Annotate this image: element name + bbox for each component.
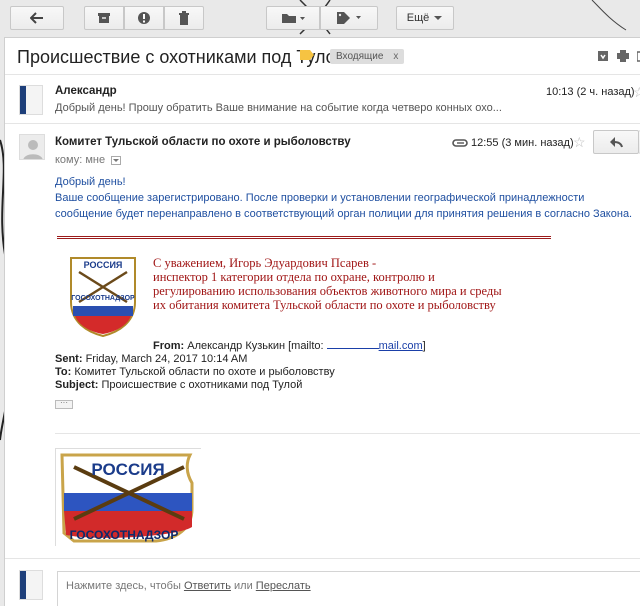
avatar-photo-icon — [20, 86, 42, 114]
quoted-email-link[interactable]: mail.com — [379, 340, 423, 352]
reply-prompt-prefix: Нажмите здесь, чтобы — [66, 580, 184, 592]
sender-name: Комитет Тульской области по охоте и рыбо… — [55, 136, 351, 148]
divider — [5, 74, 640, 75]
attachment-paperclip-icon — [452, 139, 468, 147]
signature-divider — [57, 236, 551, 239]
quoted-from-name: Александр Кузькин [mailto: — [187, 340, 324, 352]
default-person-icon — [23, 140, 43, 159]
sender-avatar — [19, 134, 45, 160]
chevron-down-icon — [113, 158, 120, 162]
divider — [5, 123, 640, 124]
reply-compose-box[interactable]: Нажмите здесь, чтобы Ответить или Пересл… — [57, 571, 640, 606]
signature-line: инспектор 1 категории отдела по охране, … — [153, 270, 435, 284]
own-avatar — [19, 570, 43, 600]
star-icon[interactable]: ☆ — [573, 134, 586, 151]
expand-all-icon[interactable] — [597, 50, 609, 62]
signature-line: их обитания комитета Тульской области по… — [153, 298, 496, 312]
reply-link[interactable]: Ответить — [184, 580, 231, 592]
attachment-bottom-text: ГОСОХОТНАДЗОР — [70, 528, 179, 542]
folder-icon — [282, 14, 305, 23]
archive-icon — [98, 13, 110, 23]
quoted-subject-label: Subject: — [55, 379, 99, 391]
quoted-subject-value: Происшествие с охотниками под Тулой — [101, 379, 303, 391]
chevron-down-icon — [434, 16, 443, 20]
forward-link[interactable]: Переслать — [256, 580, 311, 592]
body-line: сообщение будет перенаправлено в соответ… — [55, 208, 633, 220]
show-details-dropdown[interactable] — [111, 155, 122, 165]
message-time: 12:55 (3 мин. назад) — [471, 137, 574, 149]
quoted-sent-label: Sent: — [55, 353, 83, 365]
star-icon[interactable]: ☆ — [633, 84, 640, 101]
spam-button[interactable] — [124, 6, 164, 30]
toolbar: Ещё — [0, 0, 640, 36]
back-button[interactable] — [10, 6, 64, 30]
reply-prompt: Нажмите здесь, чтобы Ответить или Пересл… — [66, 580, 311, 592]
gosokhotnadzor-logo: РОССИЯ ГОСОХОТНАДЗОР — [70, 257, 136, 338]
sender-name: Александр — [55, 85, 117, 97]
spam-icon — [138, 12, 150, 24]
recipient-text: кому: мне — [55, 154, 106, 166]
signature-block: С уважением, Игорь Эдуардович Псарев - и… — [153, 256, 553, 312]
print-icon[interactable] — [617, 50, 629, 62]
email-thread-card: Происшествие с охотниками под Тулой Вход… — [4, 37, 640, 606]
avatar-photo-icon — [20, 571, 42, 599]
label-remove-icon[interactable]: x — [393, 51, 398, 62]
label-tag-icon — [337, 12, 361, 24]
inbox-label-chip[interactable]: Входящие x — [330, 49, 405, 64]
recipient-line: кому: мне — [55, 154, 122, 166]
message-body: Добрый день! Ваше сообщение зарегистриро… — [55, 174, 635, 222]
message-snippet: Добрый день! Прошу обратить Ваше внимани… — [55, 102, 502, 114]
quoted-from-end: ] — [422, 340, 426, 352]
trash-icon — [179, 11, 189, 25]
quoted-subject: Subject: Происшествие с охотниками под Т… — [55, 378, 302, 392]
thread-subject: Происшествие с охотниками под Тулой — [17, 47, 346, 67]
more-label: Ещё — [406, 12, 430, 24]
attachment-top-text: РОССИЯ — [91, 460, 164, 479]
show-trimmed-content-button[interactable]: ··· — [55, 399, 73, 409]
logo-top-text: РОССИЯ — [84, 260, 123, 270]
back-arrow-icon — [30, 12, 43, 24]
important-marker-icon[interactable] — [300, 50, 314, 60]
divider — [5, 558, 640, 559]
logo-bottom-text: ГОСОХОТНАДЗОР — [71, 295, 135, 302]
more-button[interactable]: Ещё — [396, 6, 454, 30]
archive-button[interactable] — [84, 6, 124, 30]
body-line: Ваше сообщение зарегистрировано. После п… — [55, 192, 585, 204]
reply-arrow-icon — [610, 137, 623, 148]
sender-avatar — [19, 85, 43, 115]
delete-button[interactable] — [164, 6, 204, 30]
signature-line: С уважением, Игорь Эдуардович Псарев - — [153, 256, 377, 270]
attachment-logo-image: РОССИЯ ГОСОХОТНАДЗОР — [56, 449, 202, 547]
divider — [55, 433, 640, 434]
reply-button[interactable] — [593, 130, 639, 154]
labels-button[interactable] — [320, 6, 378, 30]
signature-line: регулированию использования объектов жив… — [153, 284, 502, 298]
quoted-sent-value: Friday, March 24, 2017 10:14 AM — [85, 353, 248, 365]
message-time: 10:13 (2 ч. назад) — [546, 86, 635, 98]
quoted-to: To: Комитет Тульской области по охоте и … — [55, 365, 335, 379]
quoted-to-value: Комитет Тульской области по охоте и рыбо… — [74, 366, 335, 378]
inbox-label-text: Входящие — [336, 51, 384, 62]
reply-prompt-middle: или — [230, 580, 256, 592]
body-greeting: Добрый день! — [55, 176, 126, 188]
quoted-sent: Sent: Friday, March 24, 2017 10:14 AM — [55, 352, 247, 366]
move-to-button[interactable] — [266, 6, 320, 30]
quoted-to-label: To: — [55, 366, 72, 378]
redacted-email-link[interactable] — [326, 348, 379, 349]
quoted-from: From: Александр Кузькин [mailto: mail.co… — [153, 339, 426, 353]
attachment-thumbnail[interactable]: РОССИЯ ГОСОХОТНАДЗОР — [55, 448, 202, 547]
quoted-from-label: From: — [153, 340, 185, 352]
